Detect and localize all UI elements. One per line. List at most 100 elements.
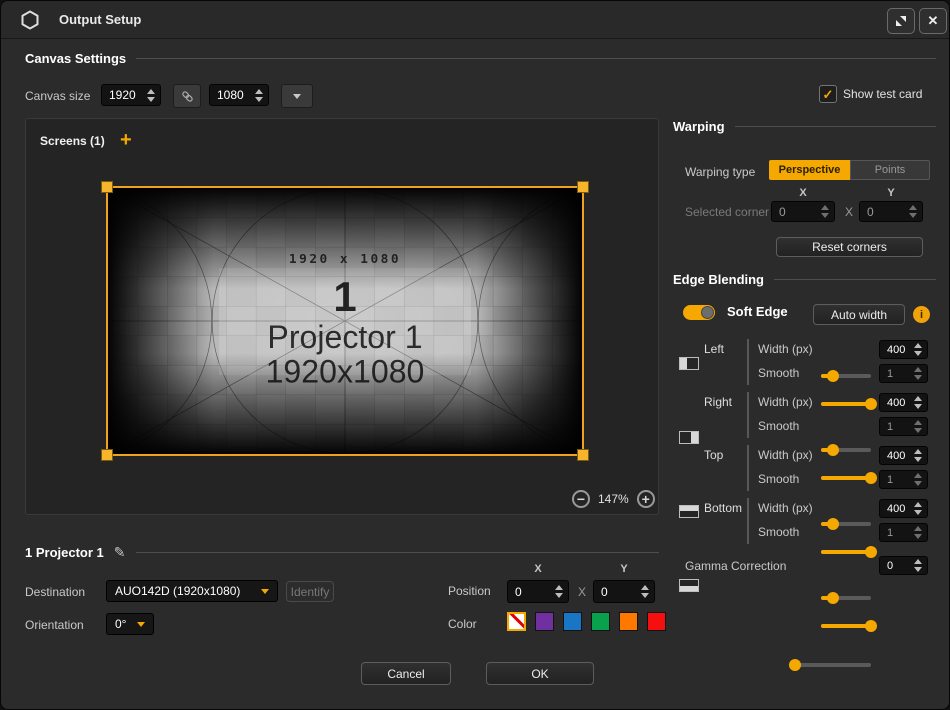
edge-bottom-width-label: Width (px) [758,501,813,515]
corner-handle-top-left[interactable] [101,181,113,193]
spinner-arrows[interactable] [555,585,563,598]
info-icon[interactable]: i [913,306,930,323]
edge-top-width-value: 400 [887,450,905,462]
gamma-correction-spinner[interactable]: 0 [879,556,928,575]
check-icon: ✓ [823,88,834,101]
gamma-value: 0 [887,560,893,572]
zoom-in-button[interactable]: + [637,490,655,508]
edge-bottom-width-spinner[interactable]: 400 [879,499,928,518]
edge-top-width-slider[interactable] [821,522,871,526]
position-y-value: 0 [601,585,608,599]
spinner-arrows[interactable] [914,396,922,409]
spinner-arrows[interactable] [914,526,922,539]
edge-left-width-label: Width (px) [758,342,813,356]
canvas-size-presets-dropdown[interactable] [281,84,313,108]
expand-window-button[interactable] [887,8,915,34]
edge-right-smooth-spinner[interactable]: 1 [879,417,928,436]
edge-right-width-spinner[interactable]: 400 [879,393,928,412]
edge-bottom-width-value: 400 [887,503,905,515]
spinner-arrows[interactable] [914,502,922,515]
test-card-screen-name: Projector 1 [267,319,422,355]
position-y-spinner[interactable]: 0 [593,580,655,603]
edge-top-width-label: Width (px) [758,448,813,462]
edge-left-smooth-slider[interactable] [821,402,871,406]
edge-left-smooth-spinner[interactable]: 1 [879,364,928,383]
spinner-arrows[interactable] [914,473,922,486]
warping-type-label: Warping type [685,165,755,179]
soft-edge-toggle[interactable] [683,305,715,320]
orientation-value: 0° [115,617,126,631]
warping-type-perspective-button[interactable]: Perspective [769,160,850,180]
edge-top-smooth-spinner[interactable]: 1 [879,470,928,489]
edge-left-width-spinner[interactable]: 400 [879,340,928,359]
info-glyph: i [920,309,923,321]
edge-bottom-width-slider[interactable] [821,596,871,600]
cancel-button[interactable]: Cancel [361,662,451,685]
edge-top-width-spinner[interactable]: 400 [879,446,928,465]
edge-right-width-label: Width (px) [758,395,813,409]
corner-xy-separator: X [845,205,853,219]
edge-top-smooth-value: 1 [887,474,893,486]
edge-right-smooth-slider[interactable] [821,476,871,480]
orientation-dropdown[interactable]: 0° [106,613,154,635]
position-x-axis-label: X [507,563,569,575]
edge-right-width-slider[interactable] [821,448,871,452]
show-test-card-checkbox[interactable]: ✓ [819,85,837,103]
edge-right-smooth-value: 1 [887,421,893,433]
canvas-height-spinner[interactable]: 1080 [209,84,269,106]
spinner-arrows[interactable] [914,449,922,462]
identify-button[interactable]: Identify [286,581,334,602]
position-x-spinner[interactable]: 0 [507,580,569,603]
zoom-out-button[interactable]: − [572,490,590,508]
close-window-button[interactable]: ✕ [919,8,947,34]
edge-bottom-smooth-spinner[interactable]: 1 [879,523,928,542]
edge-left-width-value: 400 [887,344,905,356]
spinner-arrows[interactable] [914,420,922,433]
preview-zoom-controls: − 147% + [572,490,655,508]
divider [747,392,749,438]
spinner-arrows[interactable] [147,89,155,102]
section-divider [774,279,936,280]
spinner-arrows[interactable] [641,585,649,598]
gamma-correction-slider[interactable] [791,663,871,667]
destination-dropdown[interactable]: AUO142D (1920x1080) [106,580,278,602]
chevron-down-icon [293,94,301,99]
auto-width-button[interactable]: Auto width [813,304,905,325]
corner-y-spinner[interactable]: 0 [859,201,923,222]
section-divider [735,126,936,127]
corner-handle-bottom-left[interactable] [101,449,113,461]
edge-top-smooth-slider[interactable] [821,550,871,554]
warping-type-points-button[interactable]: Points [850,160,930,180]
color-swatch-red[interactable] [647,612,666,631]
spinner-arrows[interactable] [255,89,263,102]
canvas-settings-title: Canvas Settings [25,51,126,66]
color-swatch-orange[interactable] [619,612,638,631]
spinner-arrows[interactable] [914,559,922,572]
edge-left-width-slider[interactable] [821,374,871,378]
color-swatch-none[interactable] [507,612,526,631]
corner-handle-bottom-right[interactable] [577,449,589,461]
edge-bottom-smooth-slider[interactable] [821,624,871,628]
link-dimensions-button[interactable] [173,84,201,108]
ok-button[interactable]: OK [486,662,594,685]
spinner-arrows[interactable] [821,205,829,218]
edge-top-smooth-label: Smooth [758,472,799,486]
edit-name-icon[interactable]: ✎ [114,544,126,561]
reset-corners-button[interactable]: Reset corners [776,237,923,257]
canvas-width-spinner[interactable]: 1920 [101,84,161,106]
chevron-down-icon [261,589,269,594]
title-bar: Output Setup ✕ [1,1,949,39]
color-swatch-green[interactable] [591,612,610,631]
color-swatch-purple[interactable] [535,612,554,631]
edge-top-label: Top [704,448,723,462]
add-screen-button[interactable]: + [120,130,132,150]
spinner-arrows[interactable] [914,367,922,380]
position-y-axis-label: Y [593,563,655,575]
spinner-arrows[interactable] [909,205,917,218]
spinner-arrows[interactable] [914,343,922,356]
corner-y-value: 0 [867,205,874,219]
color-swatch-blue[interactable] [563,612,582,631]
corner-x-spinner[interactable]: 0 [771,201,835,222]
corner-handle-top-right[interactable] [577,181,589,193]
screen-1-preview[interactable]: 1920 x 1080 1 Projector 1 1920x1080 [106,186,584,456]
